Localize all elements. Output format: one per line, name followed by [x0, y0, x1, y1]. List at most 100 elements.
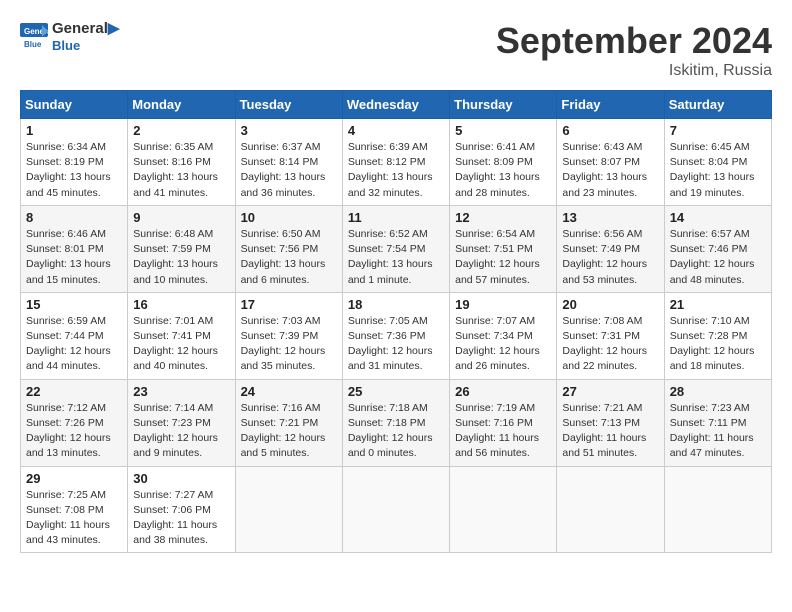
calendar-cell: 11 Sunrise: 6:52 AM Sunset: 7:54 PM Dayli… [342, 205, 449, 292]
day-info: Sunrise: 6:39 AM Sunset: 8:12 PM Dayligh… [348, 140, 444, 201]
day-number: 11 [348, 210, 444, 225]
day-number: 22 [26, 384, 122, 399]
day-number: 21 [670, 297, 766, 312]
calendar-cell: 8 Sunrise: 6:46 AM Sunset: 8:01 PM Daylig… [21, 205, 128, 292]
logo: General Blue General▶ Blue [20, 20, 119, 54]
month-title: September 2024 [496, 20, 772, 62]
day-info: Sunrise: 7:27 AM Sunset: 7:06 PM Dayligh… [133, 488, 229, 549]
day-number: 29 [26, 471, 122, 486]
calendar-week-row: 22 Sunrise: 7:12 AM Sunset: 7:26 PM Dayli… [21, 379, 772, 466]
day-number: 28 [670, 384, 766, 399]
day-info: Sunrise: 6:43 AM Sunset: 8:07 PM Dayligh… [562, 140, 658, 201]
day-info: Sunrise: 6:56 AM Sunset: 7:49 PM Dayligh… [562, 227, 658, 288]
calendar-cell: 19 Sunrise: 7:07 AM Sunset: 7:34 PM Dayli… [450, 292, 557, 379]
day-number: 3 [241, 123, 337, 138]
day-info: Sunrise: 7:08 AM Sunset: 7:31 PM Dayligh… [562, 314, 658, 375]
day-number: 13 [562, 210, 658, 225]
day-info: Sunrise: 6:41 AM Sunset: 8:09 PM Dayligh… [455, 140, 551, 201]
day-number: 24 [241, 384, 337, 399]
day-info: Sunrise: 7:07 AM Sunset: 7:34 PM Dayligh… [455, 314, 551, 375]
day-info: Sunrise: 7:19 AM Sunset: 7:16 PM Dayligh… [455, 401, 551, 462]
calendar-week-row: 29 Sunrise: 7:25 AM Sunset: 7:08 PM Dayli… [21, 466, 772, 553]
calendar-cell [664, 466, 771, 553]
calendar-cell: 10 Sunrise: 6:50 AM Sunset: 7:56 PM Dayli… [235, 205, 342, 292]
calendar-cell: 4Sunrise: 6:39 AM Sunset: 8:12 PM Daylig… [342, 119, 449, 206]
calendar-cell: 9Sunrise: 6:48 AM Sunset: 7:59 PM Daylig… [128, 205, 235, 292]
day-number: 14 [670, 210, 766, 225]
day-info: Sunrise: 7:03 AM Sunset: 7:39 PM Dayligh… [241, 314, 337, 375]
day-info: Sunrise: 6:59 AM Sunset: 7:44 PM Dayligh… [26, 314, 122, 375]
calendar-week-row: 8 Sunrise: 6:46 AM Sunset: 8:01 PM Daylig… [21, 205, 772, 292]
calendar-cell: 6 Sunrise: 6:43 AM Sunset: 8:07 PM Daylig… [557, 119, 664, 206]
col-friday: Friday [557, 91, 664, 119]
day-number: 7 [670, 123, 766, 138]
day-info: Sunrise: 6:54 AM Sunset: 7:51 PM Dayligh… [455, 227, 551, 288]
day-number: 27 [562, 384, 658, 399]
day-number: 10 [241, 210, 337, 225]
logo-icon: General Blue [20, 23, 48, 51]
calendar-cell: 1Sunrise: 6:34 AM Sunset: 8:19 PM Daylig… [21, 119, 128, 206]
day-number: 16 [133, 297, 229, 312]
day-number: 8 [26, 210, 122, 225]
day-info: Sunrise: 7:01 AM Sunset: 7:41 PM Dayligh… [133, 314, 229, 375]
day-info: Sunrise: 7:23 AM Sunset: 7:11 PM Dayligh… [670, 401, 766, 462]
day-number: 15 [26, 297, 122, 312]
location: Iskitim, Russia [496, 62, 772, 80]
calendar-cell: 14 Sunrise: 6:57 AM Sunset: 7:46 PM Dayli… [664, 205, 771, 292]
day-info: Sunrise: 6:34 AM Sunset: 8:19 PM Dayligh… [26, 140, 122, 201]
day-info: Sunrise: 6:50 AM Sunset: 7:56 PM Dayligh… [241, 227, 337, 288]
calendar-cell: 28 Sunrise: 7:23 AM Sunset: 7:11 PM Dayli… [664, 379, 771, 466]
day-info: Sunrise: 6:52 AM Sunset: 7:54 PM Dayligh… [348, 227, 444, 288]
day-info: Sunrise: 7:18 AM Sunset: 7:18 PM Dayligh… [348, 401, 444, 462]
day-info: Sunrise: 6:46 AM Sunset: 8:01 PM Dayligh… [26, 227, 122, 288]
calendar-cell: 25 Sunrise: 7:18 AM Sunset: 7:18 PM Dayli… [342, 379, 449, 466]
title-block: September 2024 Iskitim, Russia [496, 20, 772, 80]
day-info: Sunrise: 6:45 AM Sunset: 8:04 PM Dayligh… [670, 140, 766, 201]
calendar-cell: 24 Sunrise: 7:16 AM Sunset: 7:21 PM Dayli… [235, 379, 342, 466]
day-info: Sunrise: 6:57 AM Sunset: 7:46 PM Dayligh… [670, 227, 766, 288]
day-number: 2 [133, 123, 229, 138]
calendar-cell: 22 Sunrise: 7:12 AM Sunset: 7:26 PM Dayli… [21, 379, 128, 466]
calendar-cell: 15 Sunrise: 6:59 AM Sunset: 7:44 PM Dayli… [21, 292, 128, 379]
calendar-cell: 17 Sunrise: 7:03 AM Sunset: 7:39 PM Dayli… [235, 292, 342, 379]
calendar-cell: 23Sunrise: 7:14 AM Sunset: 7:23 PM Dayli… [128, 379, 235, 466]
day-number: 23 [133, 384, 229, 399]
day-number: 12 [455, 210, 551, 225]
day-number: 17 [241, 297, 337, 312]
calendar-cell [235, 466, 342, 553]
day-number: 6 [562, 123, 658, 138]
day-info: Sunrise: 6:35 AM Sunset: 8:16 PM Dayligh… [133, 140, 229, 201]
col-wednesday: Wednesday [342, 91, 449, 119]
calendar-cell: 5 Sunrise: 6:41 AM Sunset: 8:09 PM Daylig… [450, 119, 557, 206]
day-number: 5 [455, 123, 551, 138]
day-info: Sunrise: 6:37 AM Sunset: 8:14 PM Dayligh… [241, 140, 337, 201]
calendar-cell: 18 Sunrise: 7:05 AM Sunset: 7:36 PM Dayli… [342, 292, 449, 379]
col-saturday: Saturday [664, 91, 771, 119]
day-number: 20 [562, 297, 658, 312]
page-header: General Blue General▶ Blue September 202… [20, 20, 772, 80]
calendar-table: Sunday Monday Tuesday Wednesday Thursday… [20, 90, 772, 553]
col-tuesday: Tuesday [235, 91, 342, 119]
col-monday: Monday [128, 91, 235, 119]
day-info: Sunrise: 7:21 AM Sunset: 7:13 PM Dayligh… [562, 401, 658, 462]
day-info: Sunrise: 7:05 AM Sunset: 7:36 PM Dayligh… [348, 314, 444, 375]
calendar-cell [557, 466, 664, 553]
day-number: 25 [348, 384, 444, 399]
calendar-cell [450, 466, 557, 553]
calendar-cell: 3 Sunrise: 6:37 AM Sunset: 8:14 PM Daylig… [235, 119, 342, 206]
col-thursday: Thursday [450, 91, 557, 119]
day-info: Sunrise: 7:25 AM Sunset: 7:08 PM Dayligh… [26, 488, 122, 549]
calendar-week-row: 15 Sunrise: 6:59 AM Sunset: 7:44 PM Dayli… [21, 292, 772, 379]
day-number: 26 [455, 384, 551, 399]
day-number: 19 [455, 297, 551, 312]
logo-text: General▶ [52, 20, 119, 38]
day-info: Sunrise: 7:12 AM Sunset: 7:26 PM Dayligh… [26, 401, 122, 462]
calendar-header-row: Sunday Monday Tuesday Wednesday Thursday… [21, 91, 772, 119]
calendar-cell: 16 Sunrise: 7:01 AM Sunset: 7:41 PM Dayli… [128, 292, 235, 379]
calendar-cell: 7 Sunrise: 6:45 AM Sunset: 8:04 PM Daylig… [664, 119, 771, 206]
day-info: Sunrise: 7:16 AM Sunset: 7:21 PM Dayligh… [241, 401, 337, 462]
day-number: 18 [348, 297, 444, 312]
svg-text:Blue: Blue [24, 40, 42, 49]
day-number: 30 [133, 471, 229, 486]
calendar-cell: 13 Sunrise: 6:56 AM Sunset: 7:49 PM Dayli… [557, 205, 664, 292]
